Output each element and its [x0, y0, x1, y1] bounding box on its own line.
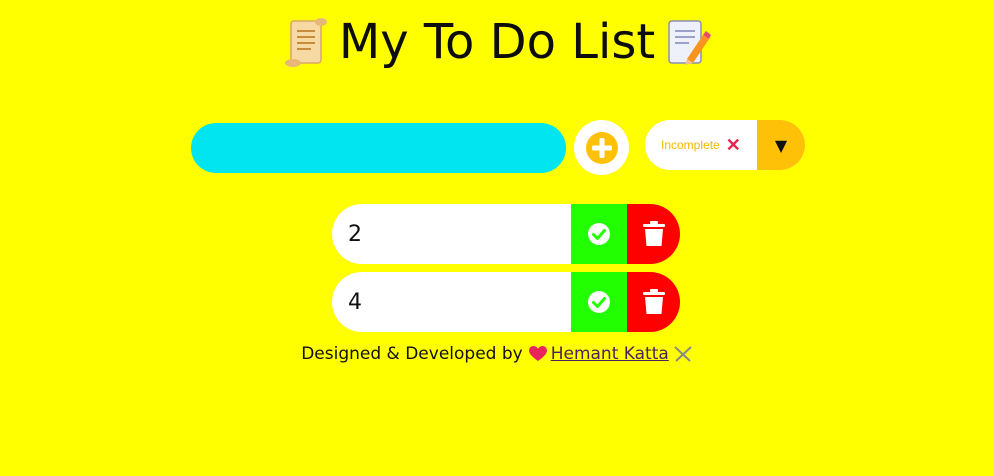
todo-input[interactable]	[191, 122, 566, 173]
check-circle-icon	[588, 291, 610, 313]
plus-circle-icon	[585, 131, 618, 164]
todo-list: 2 4	[332, 204, 680, 340]
complete-button[interactable]	[571, 204, 627, 264]
delete-button[interactable]	[627, 204, 680, 264]
add-todo-button[interactable]	[574, 120, 629, 175]
trash-icon	[642, 289, 665, 314]
todo-form	[191, 120, 629, 175]
todo-text: 4	[332, 272, 571, 332]
todo-text: 2	[332, 204, 571, 264]
footer: Designed & Developed by Hemant Katta	[0, 344, 994, 364]
caret-down-icon[interactable]: ▼	[757, 120, 805, 170]
footer-prefix: Designed & Developed by	[301, 344, 523, 364]
author-link[interactable]: Hemant Katta	[528, 344, 693, 364]
filter-select[interactable]: Incomplete ✕ ▼	[645, 120, 805, 170]
complete-button[interactable]	[571, 272, 627, 332]
header: My To Do List	[0, 14, 994, 70]
scroll-icon	[284, 18, 327, 67]
trash-icon	[642, 221, 665, 246]
close-icon[interactable]: ✕	[726, 136, 741, 154]
author-name[interactable]: Hemant Katta	[551, 344, 669, 364]
page-title: My To Do List	[338, 14, 656, 70]
crossed-swords-icon	[674, 346, 692, 362]
memo-icon	[668, 20, 712, 65]
heart-icon	[528, 346, 547, 361]
filter-label: Incomplete	[661, 138, 720, 152]
filter-selected-value[interactable]: Incomplete ✕	[645, 120, 757, 170]
todo-item: 4	[332, 272, 680, 332]
todo-item: 2	[332, 204, 680, 264]
check-circle-icon	[588, 223, 610, 245]
delete-button[interactable]	[627, 272, 680, 332]
